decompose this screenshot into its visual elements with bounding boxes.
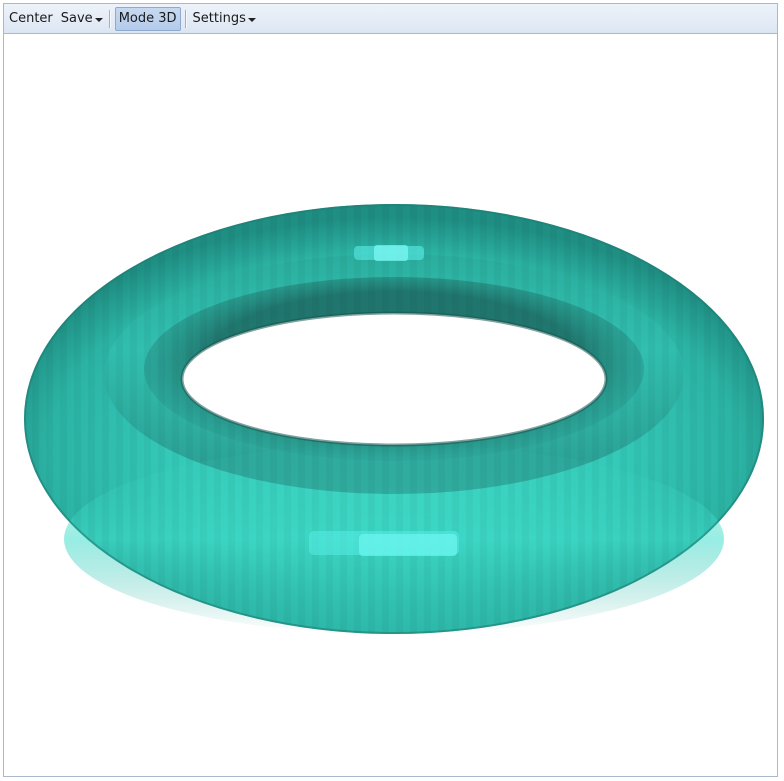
toolbar-separator [108,9,111,28]
settings-menu-button[interactable]: Settings [189,7,260,31]
specular-highlight [374,245,408,261]
3d-viewport[interactable] [4,34,777,776]
specular-highlight [359,534,457,556]
save-menu-button[interactable]: Save [57,7,107,31]
center-button-label: Center [9,11,53,26]
center-button[interactable]: Center [4,7,57,31]
app-window: Center Save Mode 3D Settings [3,3,778,777]
toolbar: Center Save Mode 3D Settings [4,4,777,34]
chevron-down-icon [94,17,103,22]
settings-menu-label: Settings [192,11,246,26]
mode-3d-label: Mode 3D [118,11,177,26]
torus-render[interactable] [4,34,777,776]
toolbar-separator [184,9,187,28]
chevron-down-icon [247,17,256,22]
torus-surface [24,204,764,634]
mode-3d-toggle[interactable]: Mode 3D [114,6,181,31]
save-menu-label: Save [60,11,93,26]
